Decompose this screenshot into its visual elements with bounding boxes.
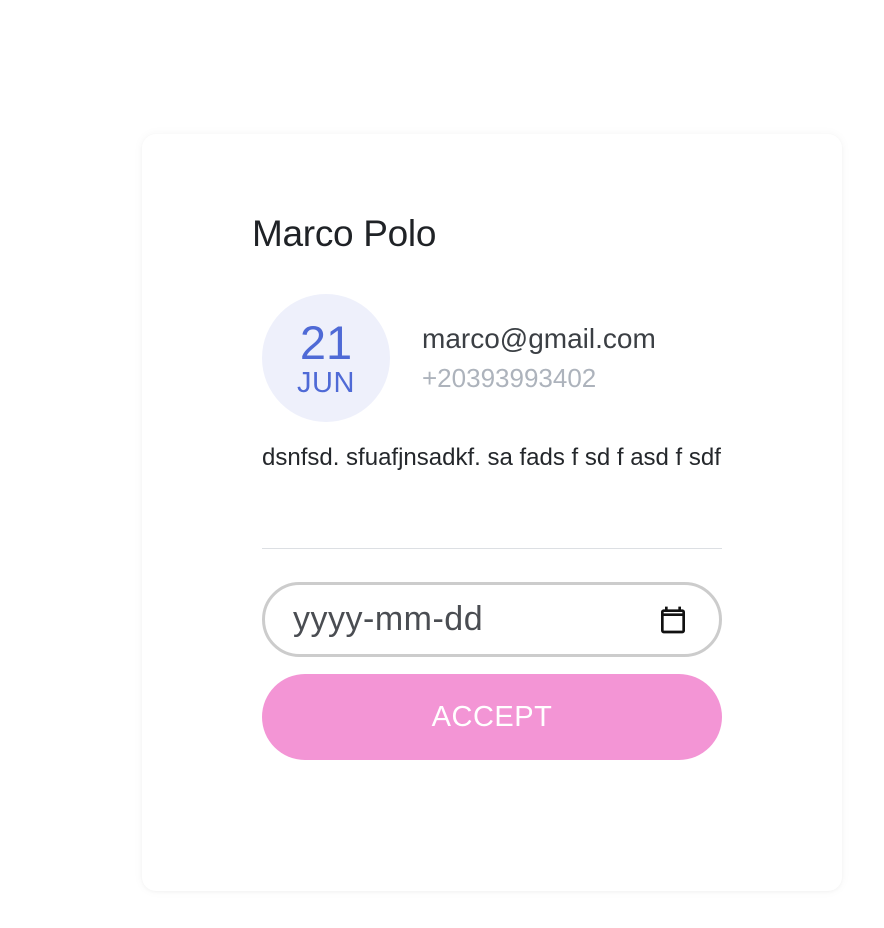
date-badge: 21 JUN xyxy=(262,294,390,422)
page: Marco Polo 21 JUN marco@gmail.com +20393… xyxy=(0,0,884,928)
calendar-icon[interactable] xyxy=(657,604,689,636)
divider xyxy=(262,548,722,549)
contact-phone: +20393993402 xyxy=(422,363,597,393)
date-input-placeholder: yyyy-mm-dd xyxy=(293,600,484,638)
contact-email: marco@gmail.com xyxy=(422,323,656,354)
accept-button[interactable]: ACCEPT xyxy=(262,674,722,760)
date-day: 21 xyxy=(299,316,353,369)
contact-details: marco@gmail.com +20393993402 xyxy=(422,320,656,398)
date-input[interactable]: yyyy-mm-dd xyxy=(262,582,722,657)
contact-description: dsnfsd. sfuafjnsadkf. sa fads f sd f asd… xyxy=(262,444,721,471)
contact-name: Marco Polo xyxy=(252,213,437,254)
date-month: JUN xyxy=(297,367,355,399)
contact-card: Marco Polo 21 JUN marco@gmail.com +20393… xyxy=(142,134,842,891)
